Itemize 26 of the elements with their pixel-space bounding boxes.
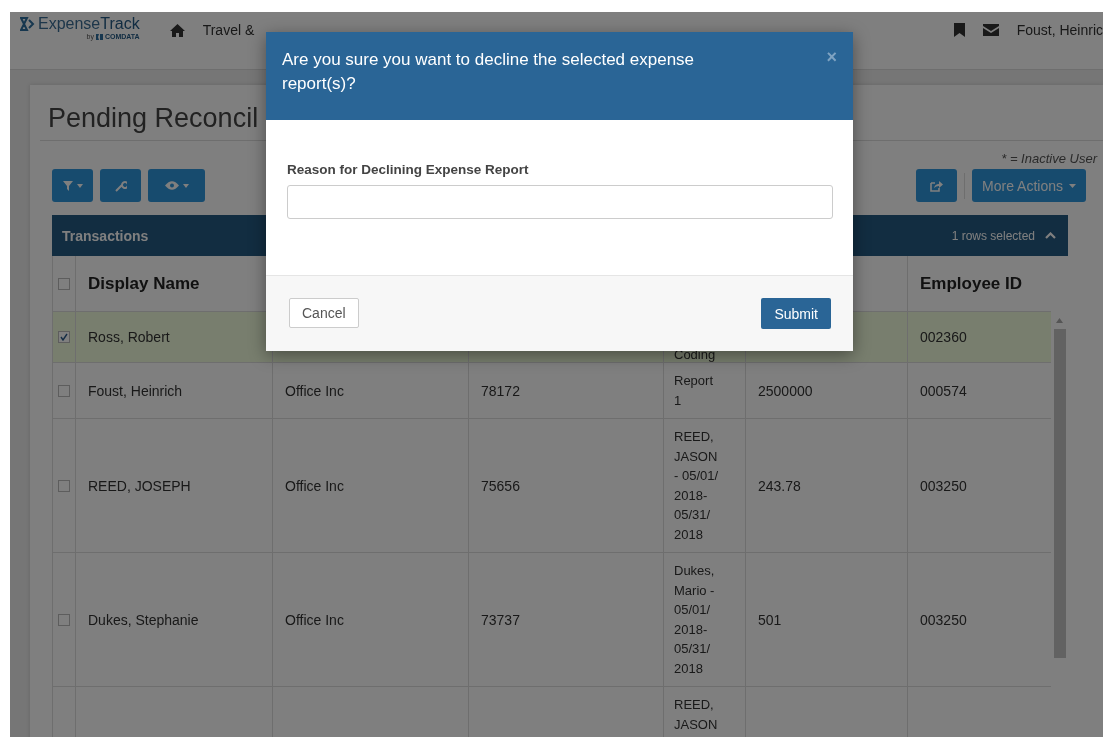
table-title: Transactions	[62, 227, 149, 244]
inactive-user-note: * = Inactive User	[1000, 150, 1099, 166]
table-cell: Office Inc	[285, 477, 344, 494]
table-cell: 501	[758, 611, 782, 628]
table-cell: Office Inc	[285, 611, 344, 628]
table-cell: 003250	[920, 611, 967, 628]
table-cell: 75656	[481, 477, 520, 494]
table-cell: REED, JOSEPH	[88, 477, 191, 494]
table-cell-text: Dukes, Mario - 05/01/ 2018- 05/31/ 2018	[674, 562, 716, 678]
table-cell: Foust, Heinrich	[88, 382, 183, 399]
table-cell: 003250	[920, 477, 967, 494]
table-cell-text: REED, JASON	[674, 696, 719, 734]
table-cell: Office Inc	[285, 382, 344, 399]
selection-count: 1 rows selected	[951, 228, 1035, 243]
table-cell: 002360	[920, 329, 967, 345]
table-cell: 000574	[920, 382, 967, 399]
table-cell: 2500000	[758, 382, 813, 399]
table-cell: Ross, Robert	[88, 329, 170, 345]
table-cell-text: REED, JASON - 05/01/ 2018- 05/31/ 2018	[674, 428, 720, 544]
table-cell: Dukes, Stephanie	[88, 611, 199, 628]
field-label: Reason for Declining Expense Report	[287, 162, 530, 177]
table-cell-text: Report 1	[674, 372, 715, 410]
table-cell: 73737	[481, 611, 520, 628]
table-cell: 243.78	[758, 477, 801, 494]
table-cell: 78172	[481, 382, 520, 399]
dialog-title: Are you sure you want to decline the selected expense report(s)?	[282, 49, 696, 95]
